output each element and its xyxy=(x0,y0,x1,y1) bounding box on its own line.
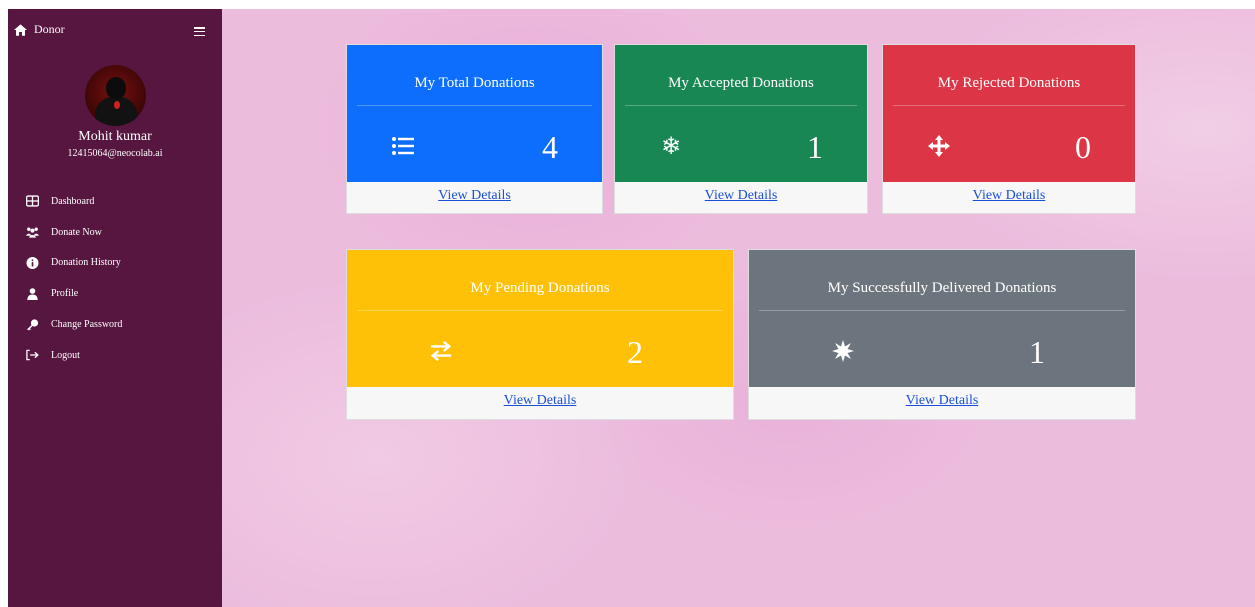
card-title: My Accepted Donations xyxy=(625,75,857,106)
brand[interactable]: Donor xyxy=(14,22,65,37)
card-title: My Pending Donations xyxy=(357,280,723,311)
card-title: My Successfully Delivered Donations xyxy=(759,280,1125,311)
brand-label: Donor xyxy=(34,22,65,36)
sidebar-item-change-password[interactable]: Change Password xyxy=(8,309,222,340)
card-count: 1 xyxy=(807,129,823,165)
sidebar-item-label: Profile xyxy=(51,288,79,300)
sidebar: Donor Mohit kumar 12415064@neocolab.ai D… xyxy=(8,9,222,607)
list-icon xyxy=(391,133,415,159)
user-name: Mohit kumar xyxy=(78,129,152,144)
logout-icon xyxy=(25,349,39,361)
hamburger-menu-icon[interactable] xyxy=(194,27,205,37)
sidebar-item-donation-history[interactable]: Donation History xyxy=(8,248,222,279)
sidebar-item-label: Donation History xyxy=(51,257,121,269)
dashboard-icon xyxy=(25,195,39,207)
sidebar-item-label: Change Password xyxy=(51,319,123,331)
view-details-link[interactable]: View Details xyxy=(504,393,577,408)
users-icon xyxy=(25,226,39,238)
card-total-donations: My Total Donations 4 View Details xyxy=(346,44,603,214)
card-accepted-donations: My Accepted Donations ❄ 1 View Details xyxy=(614,44,868,214)
card-count: 0 xyxy=(1075,129,1091,165)
card-pending-donations: My Pending Donations 2 View Details xyxy=(346,249,734,420)
move-arrows-icon xyxy=(927,133,951,159)
view-details-link[interactable]: View Details xyxy=(906,393,979,408)
burst-icon xyxy=(831,338,855,364)
card-title: My Rejected Donations xyxy=(893,75,1125,106)
sidebar-item-label: Dashboard xyxy=(51,195,95,207)
card-title: My Total Donations xyxy=(357,75,592,106)
exchange-icon xyxy=(429,338,453,364)
card-count: 1 xyxy=(1029,334,1045,370)
view-details-link[interactable]: View Details xyxy=(973,188,1046,203)
sidebar-item-label: Donate Now xyxy=(51,226,102,238)
card-count: 2 xyxy=(627,334,643,370)
sidebar-item-logout[interactable]: Logout xyxy=(8,340,222,371)
sidebar-item-label: Logout xyxy=(51,349,80,361)
snowflake-icon: ❄ xyxy=(660,132,682,160)
key-icon xyxy=(25,318,39,331)
sidebar-item-donate-now[interactable]: Donate Now xyxy=(8,217,222,248)
user-icon xyxy=(25,287,39,300)
view-details-link[interactable]: View Details xyxy=(438,188,511,203)
sidebar-item-dashboard[interactable]: Dashboard xyxy=(8,186,222,217)
card-delivered-donations: My Successfully Delivered Donations 1 Vi… xyxy=(748,249,1136,420)
sidebar-item-profile[interactable]: Profile xyxy=(8,278,222,309)
user-email: 12415064@neocolab.ai xyxy=(67,148,163,159)
dashboard-main: My Total Donations 4 View Details My Acc… xyxy=(222,9,1255,607)
avatar xyxy=(85,65,146,126)
info-icon xyxy=(25,256,39,269)
home-icon xyxy=(14,23,27,36)
sidebar-menu: Dashboard Donate Now Donation History Pr… xyxy=(8,186,222,371)
view-details-link[interactable]: View Details xyxy=(705,188,778,203)
card-rejected-donations: My Rejected Donations 0 View Details xyxy=(882,44,1136,214)
card-count: 4 xyxy=(542,129,558,165)
